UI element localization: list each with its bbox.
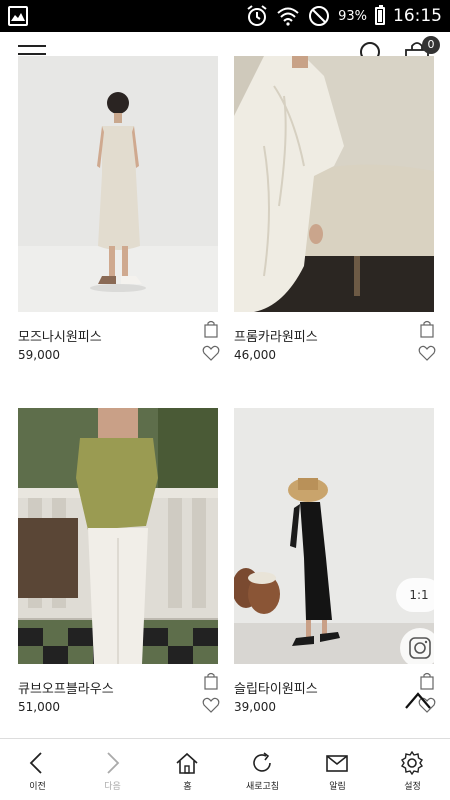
product-photo[interactable] <box>234 56 434 312</box>
nav-back[interactable]: 이전 <box>0 739 75 800</box>
wishlist-heart-icon[interactable] <box>418 344 436 362</box>
nav-label: 알림 <box>329 782 346 792</box>
alarm-icon <box>247 5 267 26</box>
nav-label: 홈 <box>183 782 192 792</box>
clock: 16:15 <box>393 6 442 26</box>
product-name[interactable]: 프롬카라원피스 <box>234 326 318 345</box>
add-to-cart-icon[interactable] <box>204 320 218 338</box>
product-price: 39,000 <box>234 700 276 714</box>
wishlist-heart-icon[interactable] <box>202 696 220 714</box>
product-price: 51,000 <box>18 700 60 714</box>
scroll-top-icon[interactable] <box>398 684 438 716</box>
nav-refresh[interactable]: 새로고침 <box>225 739 300 800</box>
product-price: 59,000 <box>18 348 60 362</box>
product-name[interactable]: 슬립타이원피스 <box>234 678 318 697</box>
cart-count-badge: 0 <box>422 36 440 54</box>
home-icon <box>176 752 198 774</box>
battery-percent: 93% <box>338 8 367 24</box>
back-arrow-icon <box>29 752 42 774</box>
status-bar: 93% 16:15 <box>0 0 450 32</box>
product-name[interactable]: 모즈나시원피스 <box>18 326 102 345</box>
add-to-cart-icon[interactable] <box>204 672 218 690</box>
product-name[interactable]: 큐브오프블라우스 <box>18 678 114 697</box>
forward-arrow-icon <box>107 752 120 774</box>
product-photo[interactable] <box>234 408 434 664</box>
nav-settings[interactable]: 설정 <box>375 739 450 800</box>
nav-label: 이전 <box>29 782 46 792</box>
nav-label: 설정 <box>404 782 421 792</box>
view-ratio-button[interactable]: 1:1 <box>396 578 442 612</box>
settings-icon <box>401 751 423 775</box>
product-price: 46,000 <box>234 348 276 362</box>
nav-label: 새로고침 <box>245 782 280 792</box>
wifi-icon <box>277 7 299 26</box>
instagram-icon[interactable] <box>400 628 440 668</box>
product-photo[interactable] <box>18 56 218 312</box>
wishlist-heart-icon[interactable] <box>202 344 220 362</box>
refresh-icon <box>253 752 271 772</box>
nav-notifications[interactable]: 알림 <box>300 739 375 800</box>
nav-label: 다음 <box>104 782 121 792</box>
no-disturb-icon <box>309 6 330 26</box>
bottom-nav: 이전 다음 홈 새로고침 알림 설정 <box>0 738 450 800</box>
nav-home[interactable]: 홈 <box>150 739 225 800</box>
product-photo[interactable] <box>18 408 218 664</box>
nav-forward[interactable]: 다음 <box>75 739 150 800</box>
add-to-cart-icon[interactable] <box>420 320 434 338</box>
battery-icon <box>375 5 385 25</box>
gallery-icon <box>8 6 28 26</box>
mail-icon <box>326 755 348 772</box>
